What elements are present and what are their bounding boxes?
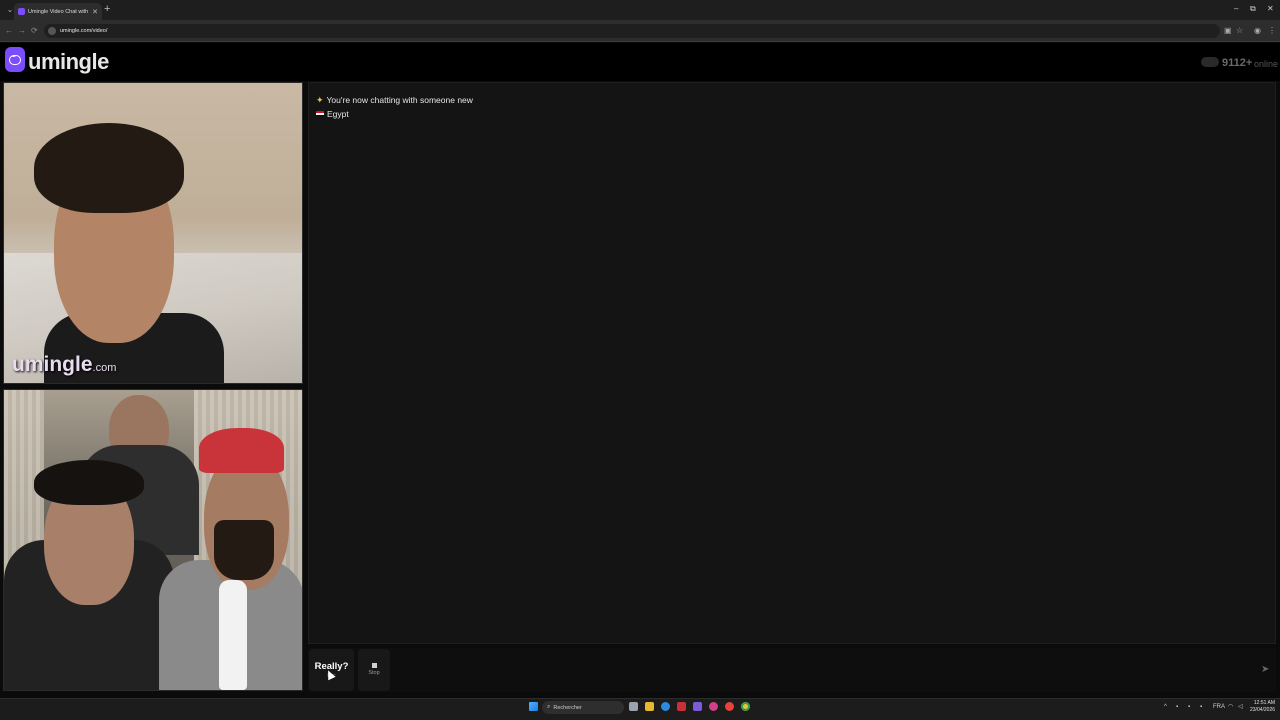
online-label: online xyxy=(1254,59,1279,69)
app-icon-red[interactable] xyxy=(677,702,686,711)
taskbar-search[interactable]: ⌕ Rechercher xyxy=(542,701,624,714)
browser-address-bar: ← → ⟳ umingle.com/video/ ▣ ☆ ◉ ⋮ xyxy=(0,20,1280,42)
red-cap xyxy=(199,428,284,473)
stranger-video: umingle.com xyxy=(3,82,303,384)
window-close-button[interactable]: ✕ xyxy=(1267,3,1274,15)
windows-taskbar xyxy=(0,698,1280,720)
theme-toggle[interactable] xyxy=(1201,57,1219,67)
url-field[interactable]: umingle.com/video/ xyxy=(44,24,1220,38)
window-minimize-button[interactable]: – xyxy=(1234,3,1238,15)
browser-tab[interactable]: Umingle Video Chat with S... ✕ xyxy=(14,3,102,20)
file-explorer-icon[interactable] xyxy=(645,702,654,711)
tray-app-icon[interactable]: ▪ xyxy=(1176,703,1178,711)
translate-icon[interactable]: ▣ xyxy=(1224,25,1232,37)
tab-title: Umingle Video Chat with S... xyxy=(28,8,89,15)
url-text: umingle.com/video/ xyxy=(60,28,108,34)
app-icon-purple[interactable] xyxy=(693,702,702,711)
chat-log: ✦ You're now chatting with someone new E… xyxy=(308,82,1276,644)
clock-date: 23/04/2026 xyxy=(1250,707,1276,713)
reload-button[interactable]: ⟳ xyxy=(31,25,38,37)
app-icon-circle-red[interactable] xyxy=(725,702,734,711)
edge-icon[interactable] xyxy=(661,702,670,711)
chat-system-message: ✦ You're now chatting with someone new xyxy=(316,94,473,106)
taskbar-clock[interactable]: 12:51 AM 23/04/2026 xyxy=(1250,700,1275,714)
send-icon[interactable]: ➤ xyxy=(1261,664,1269,676)
new-tab-button[interactable]: + xyxy=(104,4,110,15)
volume-icon[interactable]: ◁ xyxy=(1238,703,1243,711)
site-logo-text[interactable]: umingle xyxy=(28,49,109,75)
stop-button[interactable]: Stop xyxy=(358,649,390,691)
umingle-logo-icon[interactable] xyxy=(5,47,25,72)
self-video xyxy=(3,389,303,691)
browser-tab-bar: ⌄ Umingle Video Chat with S... ✕ + – ⧉ ✕ xyxy=(0,0,1280,20)
stranger-hair xyxy=(34,123,184,213)
tray-chevron-icon[interactable]: ^ xyxy=(1164,703,1167,711)
language-indicator[interactable]: FRA xyxy=(1213,703,1225,711)
messenger-icon[interactable] xyxy=(709,702,718,711)
chat-country-message: Egypt xyxy=(316,108,349,120)
profile-icon[interactable]: ◉ xyxy=(1254,25,1261,37)
online-count: 9112+ xyxy=(1222,57,1253,69)
site-info-icon[interactable] xyxy=(48,27,56,35)
tray-app-icon[interactable]: ▪ xyxy=(1188,703,1190,711)
search-icon: ⌕ xyxy=(547,704,551,710)
umingle-favicon-icon xyxy=(18,8,25,15)
clock-time: 12:51 AM xyxy=(1253,700,1276,706)
taskbar-search-text: Rechercher xyxy=(553,704,582,711)
microphone xyxy=(219,580,247,690)
chat-country-text: Egypt xyxy=(327,109,349,119)
task-view-icon[interactable] xyxy=(629,702,638,711)
chat-system-message-text: You're now chatting with someone new xyxy=(326,95,473,105)
left-person-hair xyxy=(34,460,144,505)
site-header xyxy=(0,43,1280,81)
back-button[interactable]: ← xyxy=(5,25,13,37)
right-person-beard xyxy=(214,520,274,580)
umingle-watermark: umingle.com xyxy=(12,353,117,376)
windows-start-icon[interactable] xyxy=(529,702,538,711)
wifi-icon[interactable]: ◠ xyxy=(1228,703,1233,711)
sparkle-icon: ✦ xyxy=(316,95,324,105)
tab-close-icon[interactable]: ✕ xyxy=(92,8,98,16)
bookmark-star-icon[interactable]: ☆ xyxy=(1236,25,1243,37)
browser-menu-icon[interactable]: ⋮ xyxy=(1268,25,1276,37)
stop-button-label: Stop xyxy=(368,670,380,676)
chrome-icon[interactable] xyxy=(741,702,750,711)
tray-mic-icon[interactable]: ▪ xyxy=(1200,703,1202,711)
chat-message-input[interactable] xyxy=(394,650,1260,690)
forward-button[interactable]: → xyxy=(18,25,26,37)
window-restore-button[interactable]: ⧉ xyxy=(1250,3,1256,15)
egypt-flag-icon xyxy=(316,111,324,117)
stop-icon xyxy=(371,663,377,668)
